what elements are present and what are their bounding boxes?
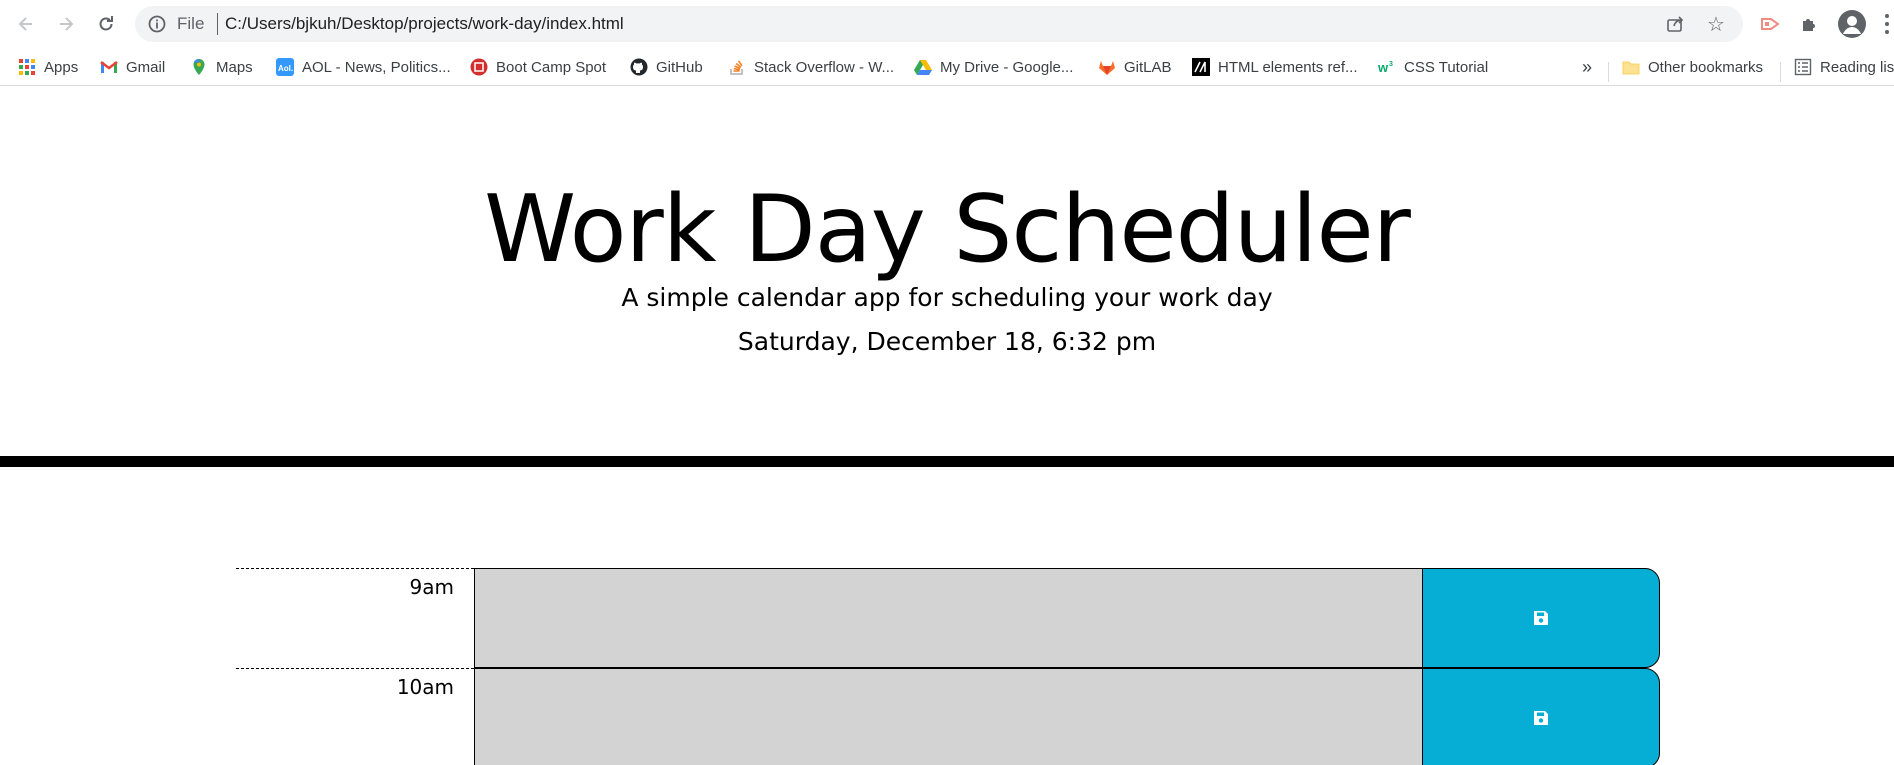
bookmark-label: Reading list <box>1820 58 1894 76</box>
bookmarks-divider <box>1608 62 1609 82</box>
bookmark-star-icon[interactable]: ☆ <box>1707 12 1725 36</box>
other-bookmarks-folder[interactable]: Other bookmarks <box>1622 54 1763 80</box>
bookmark-label: Stack Overflow - W... <box>754 58 895 76</box>
bookmark-label: CSS Tutorial <box>1404 58 1489 76</box>
back-button[interactable] <box>12 10 40 38</box>
url-text[interactable]: C:/Users/bjkuh/Desktop/projects/work-day… <box>225 14 624 34</box>
bookmark-label: HTML elements ref... <box>1218 58 1358 76</box>
page-subtitle: A simple calendar app for scheduling you… <box>621 283 1273 312</box>
event-description-input[interactable] <box>474 568 1422 668</box>
bookmark-maps[interactable]: Maps <box>190 54 253 80</box>
floppy-disk-icon <box>1534 711 1548 725</box>
time-block: 9am <box>236 568 1660 668</box>
aol-icon: Aol. <box>276 58 294 76</box>
browser-toolbar: File C:/Users/bjkuh/Desktop/projects/wor… <box>0 0 1894 48</box>
save-button[interactable] <box>1422 668 1660 765</box>
current-day: Saturday, December 18, 6:32 pm <box>737 327 1157 356</box>
file-scheme-label: File <box>177 14 205 33</box>
stackoverflow-icon <box>730 60 743 75</box>
reload-button[interactable] <box>92 10 120 38</box>
bookmark-label: My Drive - Google... <box>940 58 1074 76</box>
bookmark-label: Boot Camp Spot <box>496 58 607 76</box>
person-icon <box>1843 16 1861 34</box>
arrow-left-icon <box>18 17 32 31</box>
info-icon[interactable] <box>147 14 167 34</box>
bookmark-github[interactable]: GitHub <box>630 54 703 80</box>
chevron-double-right-icon: » <box>1582 56 1593 77</box>
extensions-puzzle-icon[interactable] <box>1798 12 1822 36</box>
bookmark-label: GitLAB <box>1124 58 1172 76</box>
bookmark-label: Other bookmarks <box>1648 58 1764 76</box>
bookmark-w3schools[interactable]: w3 CSS Tutorial <box>1378 54 1488 80</box>
bookmark-label: Maps <box>216 58 253 76</box>
github-icon <box>630 58 648 76</box>
bookmark-bootcamp[interactable]: Boot Camp Spot <box>470 54 606 80</box>
reload-icon <box>99 16 113 31</box>
w3schools-icon: w3 <box>1378 60 1393 75</box>
bookmarks-overflow-button[interactable]: » <box>1582 54 1592 80</box>
bookmark-label: Gmail <box>126 58 166 76</box>
folder-icon <box>1622 61 1640 75</box>
maps-icon <box>193 58 205 75</box>
address-bar[interactable]: File C:/Users/bjkuh/Desktop/projects/wor… <box>135 6 1743 42</box>
bookmark-google-drive[interactable]: My Drive - Google... <box>914 54 1073 80</box>
jumbotron-header: Work Day Scheduler A simple calendar app… <box>0 87 1894 456</box>
header-divider <box>0 456 1894 467</box>
bookmark-aol[interactable]: Aol. AOL - News, Politics... <box>276 54 451 80</box>
bookmark-label: AOL - News, Politics... <box>302 58 451 76</box>
floppy-disk-icon <box>1534 611 1548 625</box>
svg-text:3: 3 <box>1389 61 1393 68</box>
event-description-input[interactable] <box>474 668 1422 765</box>
mdn-icon <box>1192 58 1210 76</box>
bookmark-gitlab[interactable]: GitLAB <box>1098 54 1172 80</box>
bookmark-mdn[interactable]: HTML elements ref... <box>1192 54 1357 80</box>
reading-list-button[interactable]: Reading list <box>1794 54 1894 80</box>
omnibox-divider <box>217 13 218 35</box>
page-title: Work Day Scheduler <box>484 175 1411 283</box>
bookmark-apps[interactable]: Apps <box>18 54 78 80</box>
more-menu-icon[interactable] <box>1884 12 1890 36</box>
apps-grid-icon <box>19 59 35 75</box>
svg-text:w: w <box>1378 60 1389 75</box>
save-button[interactable] <box>1422 568 1660 668</box>
bookmarks-bar: Apps Gmail Maps Aol. AOL - News, Politic… <box>0 48 1894 86</box>
share-icon[interactable] <box>1665 14 1685 34</box>
arrow-right-icon <box>60 17 74 31</box>
hour-label: 9am <box>236 568 474 668</box>
forward-button[interactable] <box>52 10 80 38</box>
bookmark-label: GitHub <box>656 58 703 76</box>
svg-text:Aol.: Aol. <box>278 64 293 73</box>
google-drive-icon <box>914 60 932 75</box>
gmail-icon <box>100 61 118 73</box>
time-block: 10am <box>236 668 1660 765</box>
bookmark-label: Apps <box>44 58 79 76</box>
gitlab-icon <box>1099 61 1115 75</box>
extension-cast-icon[interactable] <box>1758 12 1782 36</box>
reading-list-icon <box>1794 58 1812 76</box>
bookmark-stackoverflow[interactable]: Stack Overflow - W... <box>728 54 894 80</box>
bookmark-gmail[interactable]: Gmail <box>100 54 165 80</box>
hour-label: 10am <box>236 668 474 765</box>
profile-avatar[interactable] <box>1838 10 1866 38</box>
bootcamp-icon <box>470 58 488 76</box>
bookmarks-divider <box>1780 62 1781 82</box>
